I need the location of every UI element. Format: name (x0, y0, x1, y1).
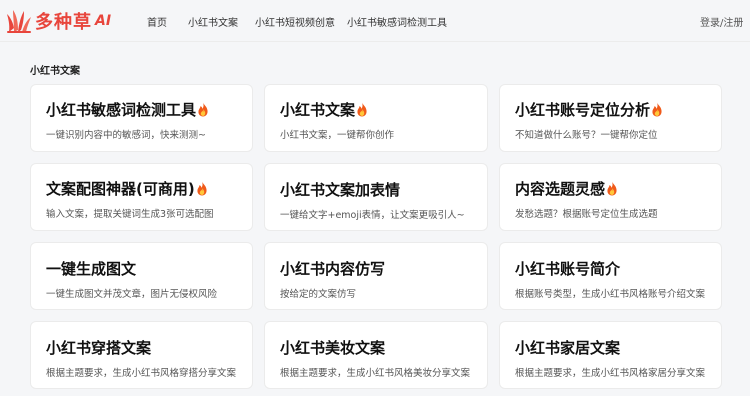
card-title: 文案配图神器(可商用) (46, 178, 237, 199)
grass-logo-icon (7, 10, 31, 33)
tool-card[interactable]: 小红书家居文案根据主题要求，生成小红书风格家居分享文案 (499, 321, 722, 389)
card-description: 发愁选题？根据账号定位生成选题 (515, 209, 658, 220)
card-description: 根据账号类型，生成小红书风格账号介绍文案 (515, 289, 706, 300)
card-description: 不知道做什么账号？一键帮你定位 (515, 130, 658, 141)
brand-name: 多种草 (35, 12, 92, 33)
card-title-text: 小红书美妆文案 (280, 339, 386, 357)
card-title: 小红书家居文案 (515, 337, 706, 358)
card-title-text: 小红书敏感词检测工具 (46, 101, 197, 119)
card-title-text: 小红书账号定位分析 (515, 101, 651, 119)
tool-card-grid: 小红书敏感词检测工具 一键识别内容中的敏感词，快来测测~ 小红书文案 小红书文案，一键… (30, 84, 722, 389)
card-description: 一键生成图文并茂文章，图片无侵权风险 (46, 289, 218, 300)
fire-icon (651, 102, 663, 117)
card-title-text: 小红书家居文案 (515, 339, 621, 357)
logo[interactable]: 多种草 AI (6, 7, 111, 35)
card-description: 一键给文字+emoji表情，让文案更吸引人~ (280, 210, 465, 221)
section-title: 小红书文案 (30, 66, 80, 77)
nav-home[interactable]: 首页 (147, 14, 167, 29)
card-title-text: 小红书文案 (280, 101, 356, 119)
card-description: 根据主题要求，生成小红书风格穿搭分享文案 (46, 368, 237, 379)
card-title-text: 文案配图神器(可商用) (46, 180, 195, 198)
tool-card[interactable]: 小红书内容仿写按给定的文案仿写 (264, 242, 488, 310)
tool-card[interactable]: 小红书敏感词检测工具一键识别内容中的敏感词，快来测测~ (30, 84, 253, 152)
card-title-text: 小红书文案加表情 (280, 181, 401, 199)
brand-ai: AI (95, 13, 112, 29)
card-title-text: 内容选题灵感 (515, 180, 606, 198)
login-register-link[interactable]: 登录/注册 (700, 14, 743, 29)
fire-icon (197, 102, 209, 117)
tool-card[interactable]: 内容选题灵感发愁选题？根据账号定位生成选题 (499, 163, 722, 231)
card-description: 输入文案，提取关键词生成3张可选配图 (46, 209, 214, 220)
card-title-text: 小红书内容仿写 (280, 260, 386, 278)
card-title: 小红书敏感词检测工具 (46, 99, 237, 120)
card-title: 小红书内容仿写 (280, 258, 472, 279)
card-description: 小红书文案，一键帮你创作 (280, 130, 395, 141)
top-navbar: 多种草 AI 首页 小红书文案 小红书短视频创意 小红书敏感词检测工具 登录/注… (0, 0, 750, 42)
card-title: 小红书文案加表情 (280, 179, 472, 200)
tool-card[interactable]: 小红书账号定位分析不知道做什么账号？一键帮你定位 (499, 84, 722, 152)
fire-icon (356, 102, 368, 117)
tool-card[interactable]: 一键生成图文一键生成图文并茂文章，图片无侵权风险 (30, 242, 253, 310)
card-title: 小红书文案 (280, 99, 472, 120)
card-description: 根据主题要求，生成小红书风格家居分享文案 (515, 368, 706, 379)
card-title: 小红书账号定位分析 (515, 99, 706, 120)
card-title-text: 小红书账号简介 (515, 260, 621, 278)
tool-card[interactable]: 文案配图神器(可商用) 输入文案，提取关键词生成3张可选配图 (30, 163, 253, 231)
tool-card[interactable]: 小红书穿搭文案根据主题要求，生成小红书风格穿搭分享文案 (30, 321, 253, 389)
tool-card[interactable]: 小红书文案小红书文案，一键帮你创作 (264, 84, 488, 152)
card-title-text: 小红书穿搭文案 (46, 339, 152, 357)
card-title: 内容选题灵感 (515, 178, 706, 199)
nav-sensitive-word-tool[interactable]: 小红书敏感词检测工具 (347, 14, 447, 29)
card-title-text: 一键生成图文 (46, 260, 137, 278)
fire-icon (196, 181, 208, 196)
nav-xhs-video-ideas[interactable]: 小红书短视频创意 (255, 14, 335, 29)
fire-icon (606, 181, 618, 196)
nav-xhs-copy[interactable]: 小红书文案 (188, 14, 238, 29)
tool-card[interactable]: 小红书账号简介根据账号类型，生成小红书风格账号介绍文案 (499, 242, 722, 310)
tool-card[interactable]: 小红书文案加表情一键给文字+emoji表情，让文案更吸引人~ (264, 163, 488, 231)
card-description: 按给定的文案仿写 (280, 289, 357, 300)
card-title: 小红书账号简介 (515, 258, 706, 279)
card-title: 小红书美妆文案 (280, 337, 472, 358)
tool-card[interactable]: 小红书美妆文案根据主题要求，生成小红书风格美妆分享文案 (264, 321, 488, 389)
card-description: 根据主题要求，生成小红书风格美妆分享文案 (280, 368, 471, 379)
card-title: 一键生成图文 (46, 258, 237, 279)
card-title: 小红书穿搭文案 (46, 337, 237, 358)
card-description: 一键识别内容中的敏感词，快来测测~ (46, 130, 206, 141)
